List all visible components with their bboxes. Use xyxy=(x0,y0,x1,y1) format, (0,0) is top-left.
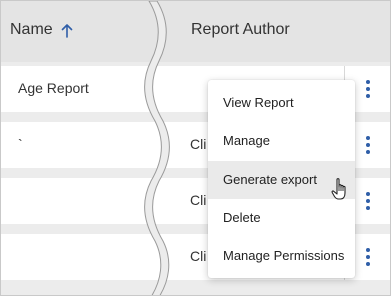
report-author-cell: Cli xyxy=(190,248,207,264)
kebab-icon[interactable] xyxy=(366,248,370,266)
kebab-icon[interactable] xyxy=(366,136,370,154)
report-table-view: Name Report Author Age Report ` Cli Cli … xyxy=(0,0,391,296)
hand-pointer-icon xyxy=(331,178,346,200)
menu-item-view-report[interactable]: View Report xyxy=(208,84,355,122)
column-header-report-author[interactable]: Report Author xyxy=(191,21,290,39)
menu-item-manage[interactable]: Manage xyxy=(208,122,355,160)
menu-item-manage-permissions[interactable]: Manage Permissions xyxy=(208,237,355,275)
report-name-cell[interactable]: Age Report xyxy=(18,80,89,96)
arrow-up-icon[interactable] xyxy=(61,24,73,38)
report-name-cell[interactable]: ` xyxy=(18,136,23,152)
menu-item-delete[interactable]: Delete xyxy=(208,199,355,237)
report-author-cell: Cli xyxy=(190,192,207,208)
kebab-icon[interactable] xyxy=(366,80,370,98)
kebab-icon[interactable] xyxy=(366,192,370,210)
column-header-name[interactable]: Name xyxy=(10,21,53,39)
torn-edge-divider xyxy=(144,1,170,295)
report-author-cell: Cli xyxy=(190,136,207,152)
table-header: Name Report Author xyxy=(1,1,390,62)
